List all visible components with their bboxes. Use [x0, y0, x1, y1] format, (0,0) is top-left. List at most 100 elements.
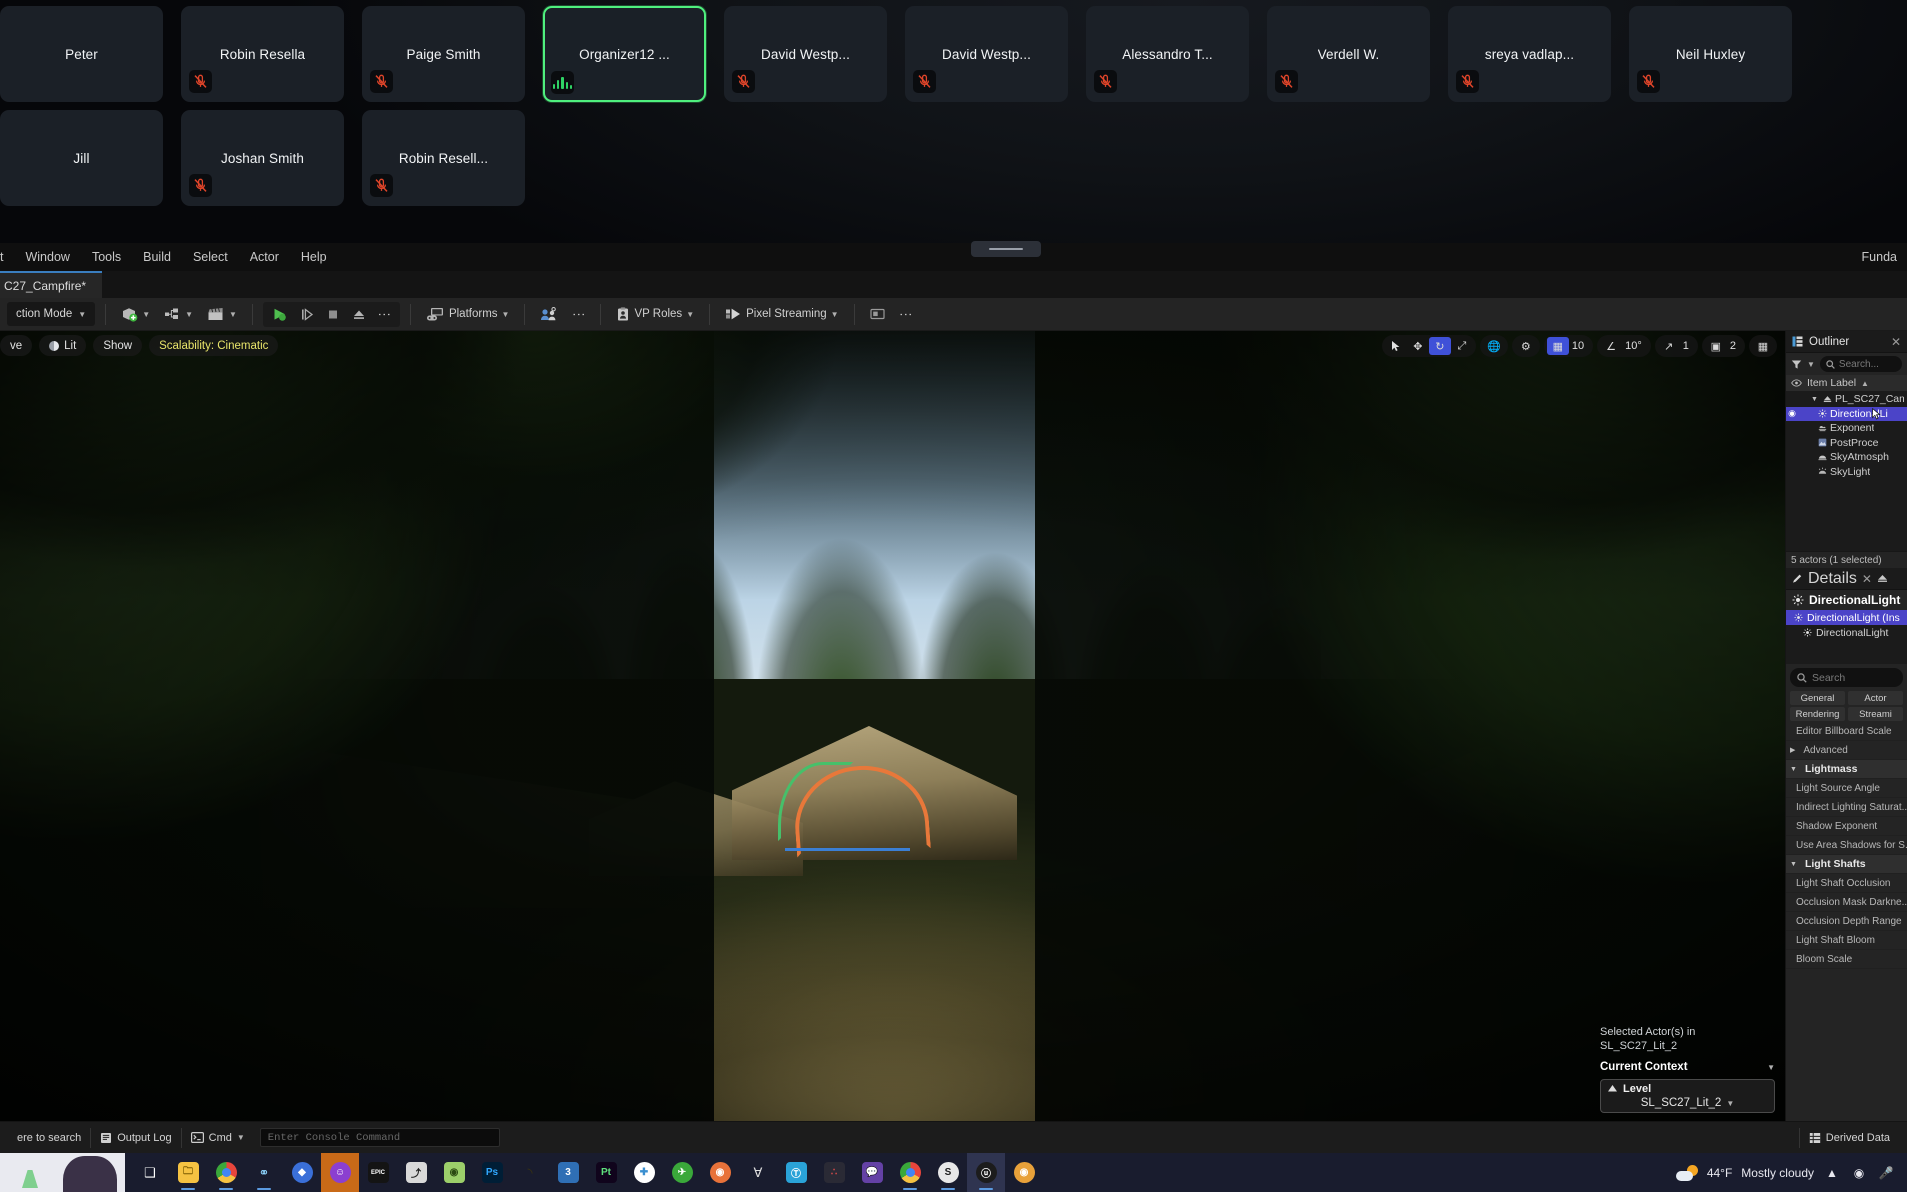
view-mode-lit-button[interactable]: Lit [39, 335, 87, 356]
participant-tile[interactable]: Verdell W. [1267, 6, 1430, 102]
property-category-header[interactable]: ▼ Lightmass [1786, 760, 1907, 779]
menu-item-build[interactable]: Build [132, 243, 182, 271]
property-row[interactable]: Use Area Shadows for S... [1786, 836, 1907, 855]
outliner-search-input[interactable]: Search... [1819, 356, 1902, 372]
taskbar-app-epic-games[interactable]: EPIC [359, 1153, 397, 1192]
filter-chip-streami[interactable]: Streami [1848, 707, 1903, 721]
participant-tile[interactable]: Neil Huxley [1629, 6, 1792, 102]
participant-tile[interactable]: David Westp... [905, 6, 1068, 102]
taskbar-app-twitch[interactable]: 💬 [853, 1153, 891, 1192]
menu-item-window[interactable]: Window [14, 243, 80, 271]
taskbar-app-substance-designer[interactable]: ◉ [435, 1153, 473, 1192]
property-row[interactable]: Indirect Lighting Saturat... [1786, 798, 1907, 817]
menu-item-actor[interactable]: Actor [239, 243, 290, 271]
taskbar-app-resolve[interactable]: ∴ [815, 1153, 853, 1192]
property-row[interactable]: Occlusion Mask Darkne... [1786, 893, 1907, 912]
multi-user-options-button[interactable]: ⋮ [567, 302, 590, 326]
collapse-triangle-icon[interactable]: ▼ [1790, 766, 1797, 773]
scale-snap-value[interactable]: 1 [1680, 340, 1695, 352]
multi-user-editing-button[interactable] [535, 302, 563, 326]
filter-icon[interactable] [1791, 359, 1802, 370]
cmd-dropdown-button[interactable]: Cmd ▼ [182, 1127, 254, 1148]
participant-tile[interactable]: David Westp... [724, 6, 887, 102]
chevron-up-icon[interactable]: ▲ [1823, 1164, 1841, 1182]
weather-description[interactable]: Mostly cloudy [1741, 1166, 1814, 1180]
details-tree-row-selected[interactable]: DirectionalLight (Ins [1786, 610, 1907, 625]
stop-button[interactable] [321, 302, 345, 326]
participant-tile[interactable]: sreya vadlap... [1448, 6, 1611, 102]
close-icon[interactable]: ✕ [1891, 335, 1901, 349]
scale-snap-icon[interactable]: ↗ [1658, 337, 1680, 355]
angle-snap-icon[interactable]: ∠ [1600, 337, 1622, 355]
participant-tile[interactable]: Robin Resell... [362, 110, 525, 206]
filter-chip-actor[interactable]: Actor [1848, 691, 1903, 705]
taskbar-app-perforce[interactable]: ∀ [739, 1153, 777, 1192]
taskbar-app-chrome-2[interactable] [891, 1153, 929, 1192]
taskbar-app-health-app[interactable]: ✚ [625, 1153, 663, 1192]
cinematics-button[interactable]: ▼ [202, 302, 242, 326]
taskbar-app-google-chrome[interactable] [207, 1153, 245, 1192]
participant-tile[interactable]: Alessandro T... [1086, 6, 1249, 102]
taskbar-app-unreal-engine[interactable]: ⓤ [967, 1153, 1005, 1192]
create-actor-button[interactable]: ▼ [116, 302, 155, 326]
taskbar-app-photoshop[interactable]: Ps [473, 1153, 511, 1192]
taskbar-app-steam[interactable]: ⚭ [245, 1153, 283, 1192]
taskbar-app-green-tool[interactable]: ✈ [663, 1153, 701, 1192]
outliner-row[interactable]: SkyLight [1786, 465, 1907, 480]
property-row[interactable]: Light Shaft Occlusion [1786, 874, 1907, 893]
select-tool-icon[interactable] [1385, 337, 1407, 355]
tab-level-campfire[interactable]: C27_Campfire* [0, 271, 103, 298]
taskbar-preview-thumbnail[interactable] [0, 1153, 125, 1192]
translate-tool-icon[interactable]: ✥ [1407, 337, 1429, 355]
menu-item-t[interactable]: t [0, 243, 14, 271]
surface-snap-icon[interactable]: ⚙ [1515, 337, 1537, 355]
skip-frame-button[interactable] [295, 302, 319, 326]
expand-triangle-icon[interactable]: ▶ [1790, 746, 1795, 754]
show-flags-button[interactable]: Show [93, 335, 143, 356]
eject-button[interactable] [347, 302, 371, 326]
collapse-triangle-icon[interactable]: ▼ [1790, 861, 1797, 868]
eye-icon[interactable]: ◉ [1786, 408, 1798, 419]
details-search-input[interactable]: Search [1790, 668, 1903, 687]
outliner-row[interactable]: ▼ PL_SC27_Cam [1786, 392, 1907, 407]
pixel-streaming-button[interactable]: Pixel Streaming ▼ [720, 302, 843, 326]
taskbar-app-blender-2[interactable]: ◉ [1005, 1153, 1043, 1192]
toolbar-overflow-button[interactable]: ⋮ [895, 302, 918, 326]
scale-tool-icon[interactable]: ⤢ [1451, 337, 1473, 355]
vp-roles-button[interactable]: VP Roles ▼ [611, 302, 699, 326]
taskbar-app-3ds-max[interactable]: 3 [549, 1153, 587, 1192]
participant-tile[interactable]: Robin Resella [181, 6, 344, 102]
microphone-icon[interactable]: 🎤 [1877, 1164, 1895, 1182]
grid-snap-icon[interactable]: ▦ [1546, 337, 1569, 355]
expand-triangle-icon[interactable]: ▼ [1811, 396, 1818, 403]
property-row[interactable]: Occlusion Depth Range [1786, 912, 1907, 931]
filter-chip-general[interactable]: General [1790, 691, 1845, 705]
chevron-down-icon[interactable]: ▼ [1807, 360, 1815, 369]
outliner-row[interactable]: Exponent [1786, 421, 1907, 436]
menu-item-select[interactable]: Select [182, 243, 239, 271]
close-icon[interactable]: ✕ [1862, 572, 1872, 586]
taskbar-app-premiere-pro[interactable]: Pt [587, 1153, 625, 1192]
weather-temperature[interactable]: 44°F [1707, 1166, 1732, 1180]
property-row[interactable]: Light Source Angle [1786, 779, 1907, 798]
outliner-column-label[interactable]: Item Label [1807, 377, 1856, 389]
outliner-row[interactable]: PostProce [1786, 436, 1907, 451]
play-button[interactable] [267, 302, 293, 326]
participant-tile[interactable]: Organizer12 ... [543, 6, 706, 102]
taskbar-app-autodesk-maya[interactable]: ⤴ [397, 1153, 435, 1192]
level-context-box[interactable]: Level SL_SC27_Lit_2 ▼ [1600, 1079, 1775, 1113]
participant-tile[interactable]: Jill [0, 110, 163, 206]
property-row[interactable]: ▶ Advanced [1786, 741, 1907, 760]
level-viewport[interactable]: ve Lit Show Scalability: Cinematic ✥ ↻ ⤢ [0, 331, 1785, 1121]
menu-item-tools[interactable]: Tools [81, 243, 132, 271]
participant-tile[interactable]: Joshan Smith [181, 110, 344, 206]
camera-speed-value[interactable]: 2 [1727, 340, 1742, 352]
output-log-button[interactable]: Output Log [91, 1127, 180, 1148]
taskbar-app-nuke[interactable]: ◝ [511, 1153, 549, 1192]
property-row[interactable]: Editor Billboard Scale [1786, 722, 1907, 741]
menu-item-help[interactable]: Help [290, 243, 338, 271]
grid-snap-value[interactable]: 10 [1569, 340, 1590, 352]
rotation-snap-value[interactable]: 10° [1622, 340, 1648, 352]
console-command-input[interactable]: Enter Console Command [259, 1128, 500, 1147]
layout-grid-icon[interactable]: ▦ [1752, 337, 1774, 355]
